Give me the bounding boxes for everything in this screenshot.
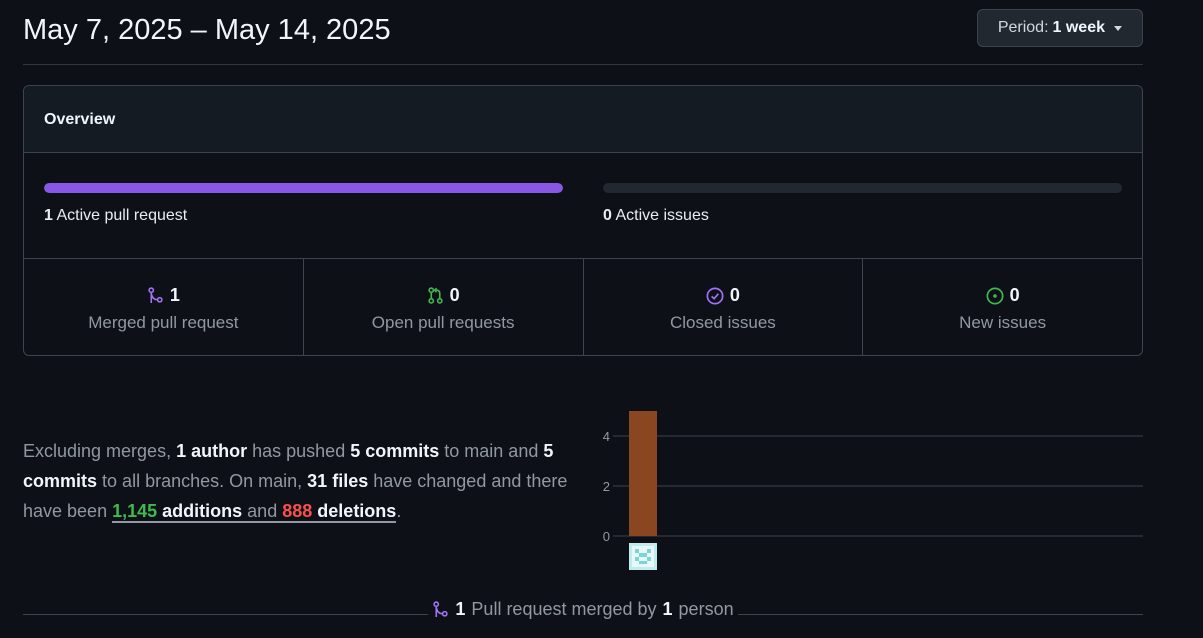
active-issues-label: Active issues (615, 207, 709, 224)
overview-stats: 1 Merged pull request 0 Open pull reques… (24, 259, 1142, 355)
y-tick-label: 0 (603, 529, 610, 544)
open-pr-value: 0 (449, 285, 460, 305)
active-pull-request-text[interactable]: 1 Active pull request (44, 207, 187, 225)
merged-pr-icon (433, 601, 449, 617)
caret-down-icon (1114, 25, 1122, 31)
activity-bars: 1 Active pull request 0 Active issues (24, 153, 1142, 259)
pull-request-bar (44, 183, 563, 193)
new-issues-value: 0 (1009, 285, 1020, 305)
additions-label: additions (162, 501, 243, 521)
additions-count: 1,145 (112, 501, 158, 521)
footer-people-count: 1 (662, 599, 673, 619)
period-prefix: Period: (997, 19, 1049, 36)
footer-text: Pull request merged by (471, 599, 657, 619)
new-issues-label: New issues (959, 313, 1047, 332)
merged-pr-value: 1 (169, 285, 180, 305)
new-issues-stat[interactable]: 0 New issues (863, 259, 1142, 355)
active-pr-label: Active pull request (56, 207, 188, 224)
pull-request-bar-fill (44, 183, 563, 193)
merged-pr-footer[interactable]: 1 Pull request merged by 1 person (0, 599, 1166, 623)
active-pr-count: 1 (44, 207, 53, 224)
period-dropdown-button[interactable]: Period: 1 week (976, 9, 1143, 47)
overview-panel: Overview 1 Active pull request 0 Active … (23, 85, 1143, 356)
date-range-title: May 7, 2025 – May 14, 2025 (23, 14, 391, 46)
summary-text: to main and (444, 441, 539, 461)
summary-text: and (247, 501, 278, 521)
active-issues-text[interactable]: 0 Active issues (603, 207, 709, 225)
closed-issue-icon (706, 287, 724, 304)
summary-text: has pushed (252, 441, 346, 461)
period-value: 1 week (1052, 19, 1105, 36)
summary-text: to all branches. On main, (102, 471, 303, 491)
open-pr-icon (427, 287, 443, 304)
open-pr-stat[interactable]: 0 Open pull requests (304, 259, 584, 355)
commits-main-count: 5 commits (350, 441, 440, 461)
footer-pr-count: 1 (455, 599, 466, 619)
summary-text: . (396, 501, 402, 521)
diff-stats-link[interactable]: 1,145 additions and 888 deletions (112, 501, 397, 523)
page-header: May 7, 2025 – May 14, 2025 Period: 1 wee… (23, 0, 1143, 65)
y-tick-label: 4 (603, 429, 610, 444)
contributor-avatar[interactable] (629, 543, 657, 570)
new-issue-icon (986, 287, 1004, 304)
merged-pr-icon (148, 287, 163, 303)
merged-pr-label: Merged pull request (88, 313, 239, 332)
deletions-count: 888 (282, 501, 313, 521)
open-pr-label: Open pull requests (371, 313, 515, 332)
closed-issues-label: Closed issues (669, 313, 776, 332)
commit-summary: Excluding merges, 1 author has pushed 5 … (23, 436, 593, 526)
closed-issues-value: 0 (729, 285, 740, 305)
deletions-label: deletions (317, 501, 397, 521)
overview-title: Overview (44, 111, 116, 128)
files-count: 31 files (307, 471, 369, 491)
y-tick-label: 2 (603, 479, 610, 494)
overview-header: Overview (24, 86, 1142, 153)
summary-text: Excluding merges, (23, 441, 172, 461)
active-issues-count: 0 (603, 207, 612, 224)
merged-pr-stat[interactable]: 1 Merged pull request (24, 259, 304, 355)
footer-people-word: person (678, 599, 734, 619)
issues-bar (603, 183, 1122, 193)
contributor-commit-bar[interactable] (629, 411, 657, 536)
closed-issues-stat[interactable]: 0 Closed issues (584, 259, 864, 355)
commit-contributors-chart: 0 2 4 (603, 411, 1143, 570)
author-count: 1 author (176, 441, 248, 461)
